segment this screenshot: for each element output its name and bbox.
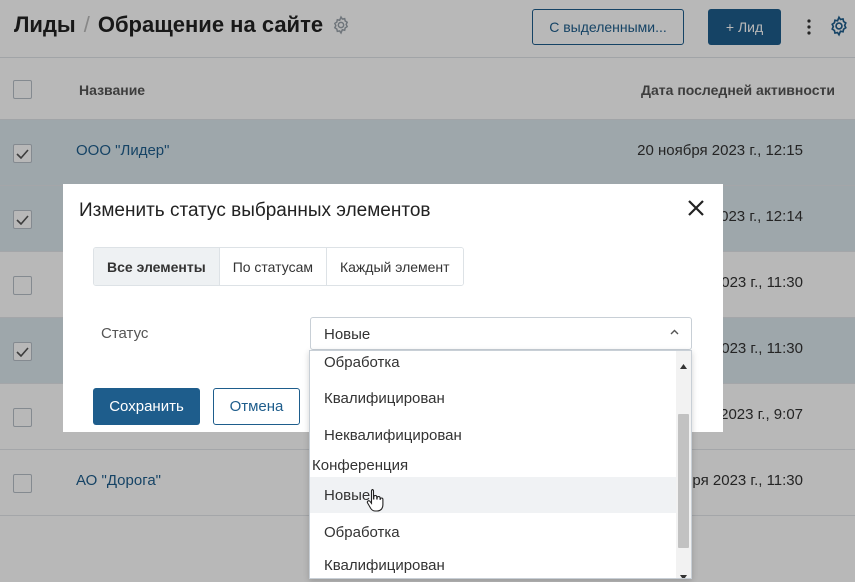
close-icon[interactable] bbox=[685, 197, 707, 219]
dialog-title: Изменить статус выбранных элементов bbox=[79, 200, 431, 221]
dropdown-option[interactable]: Обработка bbox=[310, 351, 677, 380]
dropdown-group-label: Конференция bbox=[312, 456, 409, 474]
dropdown-option[interactable]: Обработка bbox=[310, 514, 677, 550]
scrollbar-thumb[interactable] bbox=[678, 414, 689, 548]
status-select[interactable]: Новые bbox=[310, 317, 692, 350]
dropdown-scrollbar[interactable] bbox=[676, 351, 691, 578]
tab-by-status[interactable]: По статусам bbox=[219, 248, 327, 285]
hand-cursor-icon bbox=[366, 488, 384, 517]
save-button[interactable]: Сохранить bbox=[93, 388, 200, 425]
dropdown-option[interactable]: Квалифицирован bbox=[310, 380, 677, 416]
dropdown-option[interactable]: Неквалифицирован bbox=[310, 417, 677, 453]
chevron-up-icon bbox=[670, 329, 679, 335]
scroll-up-arrow-icon[interactable] bbox=[680, 356, 687, 374]
tab-each-element[interactable]: Каждый элемент bbox=[326, 248, 463, 285]
scroll-down-arrow-icon[interactable] bbox=[680, 567, 687, 578]
tab-all-elements[interactable]: Все элементы bbox=[94, 248, 220, 285]
status-field-label: Статус bbox=[101, 325, 149, 342]
cancel-button[interactable]: Отмена bbox=[213, 388, 300, 425]
status-dropdown-list[interactable]: Обработка Квалифицирован Неквалифицирова… bbox=[309, 350, 692, 579]
status-select-value: Новые bbox=[324, 326, 371, 343]
status-mode-tabs: Все элементы По статусам Каждый элемент bbox=[93, 247, 464, 286]
dropdown-option[interactable]: Квалифицирован bbox=[310, 547, 677, 578]
